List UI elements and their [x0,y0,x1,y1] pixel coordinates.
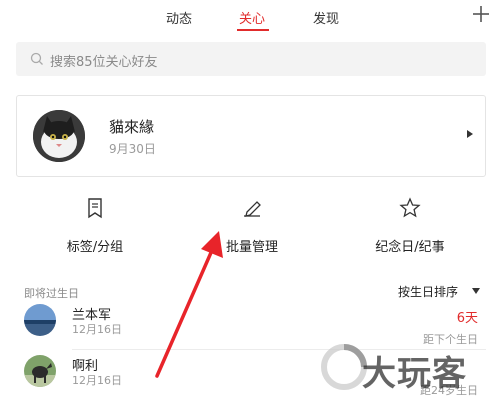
tab-guanxin[interactable]: 关心 [239,8,265,27]
sort-dropdown[interactable]: 按生日排序 [398,283,458,300]
avatar [24,304,56,336]
horse-avatar-image [24,355,56,387]
cat-avatar-image [33,110,85,162]
tags-groups-button[interactable]: 标签/分组 [30,196,160,260]
search-bar[interactable]: 搜索85位关心好友 [16,42,486,76]
tags-groups-label: 标签/分组 [66,240,124,255]
batch-manage-button[interactable]: 批量管理 [187,196,317,260]
top-tab-bar: 动态 关心 发现 [0,0,502,34]
star-icon [399,197,421,218]
featured-friend-card[interactable]: 貓來緣 9月30日 [16,95,486,177]
watermark-text: 大玩客 [362,354,467,394]
batch-manage-label: 批量管理 [225,240,278,255]
landscape-avatar-image [24,304,56,336]
section-title: 即将过生日 [24,287,79,300]
avatar [24,355,56,387]
list-item-date: 12月16日 [72,323,122,336]
featured-date: 9月30日 [109,142,156,156]
avatar [33,110,85,162]
caret-right-icon [467,130,473,138]
anniversary-button[interactable]: 纪念日/纪事 [345,196,475,260]
tab-faxian[interactable]: 发现 [313,8,339,27]
plus-icon[interactable] [470,3,492,25]
search-icon [30,52,43,65]
featured-name: 貓來緣 [109,118,155,136]
tab-dongtai[interactable]: 动态 [166,8,192,27]
edit-pencil-icon [244,201,261,217]
search-placeholder: 搜索85位关心好友 [50,55,158,70]
list-item-date: 12月16日 [72,374,122,387]
caret-down-icon[interactable] [472,288,480,294]
anniversary-label: 纪念日/纪事 [375,240,445,255]
bookmark-icon [88,198,102,219]
days-until-birthday: 6天 [456,311,478,326]
active-tab-indicator [237,29,269,31]
